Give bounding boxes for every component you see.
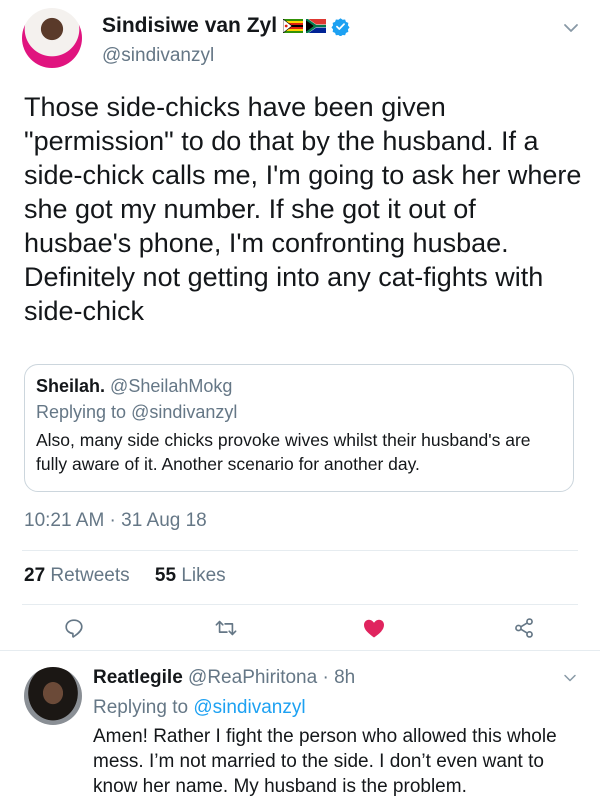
reply-author-name[interactable]: Reatlegile	[93, 667, 183, 688]
reply-author-handle[interactable]: @ReaPhiritona	[188, 667, 317, 688]
chevron-down-icon[interactable]	[563, 673, 577, 683]
heart-icon[interactable]	[362, 617, 386, 639]
thread-separator	[0, 650, 600, 651]
author-name[interactable]: Sindisiwe van Zyl	[102, 14, 277, 38]
reply-author-avatar[interactable]	[24, 667, 82, 725]
author-handle[interactable]: @sindivanzyl	[102, 44, 214, 68]
quoted-replying-label: Replying to	[36, 402, 132, 422]
reply-replying-to: Replying to @sindivanzyl	[93, 696, 306, 720]
tweet-stats: 27 Retweets 55 Likes	[24, 563, 226, 589]
reply-replying-handle[interactable]: @sindivanzyl	[193, 697, 305, 718]
retweets-stat[interactable]: 27 Retweets	[24, 565, 135, 586]
retweets-label: Retweets	[50, 565, 130, 586]
quoted-text: Also, many side chicks provoke wives whi…	[36, 430, 531, 474]
reply-icon[interactable]	[63, 617, 85, 639]
retweet-icon[interactable]	[214, 617, 238, 639]
quoted-replying-handle: @sindivanzyl	[131, 402, 238, 422]
quoted-author-handle: @SheilahMokg	[110, 376, 233, 396]
likes-label: Likes	[181, 565, 226, 586]
divider	[22, 604, 578, 605]
reply-time: · 8h	[322, 667, 356, 688]
reply-header: Reatlegile @ReaPhiritona · 8h	[93, 666, 355, 690]
share-icon[interactable]	[513, 617, 535, 639]
author-avatar[interactable]	[22, 8, 82, 68]
quoted-replying-to: Replying to @sindivanzyl	[36, 400, 562, 424]
likes-count: 55	[154, 565, 177, 586]
author-name-row[interactable]: Sindisiwe van Zyl	[102, 12, 350, 40]
chevron-down-icon[interactable]	[563, 22, 579, 34]
south-africa-flag-icon	[306, 19, 327, 33]
quoted-author-row: Sheilah. @SheilahMokg	[36, 374, 562, 398]
tweet-text: Those side-chicks have been given "permi…	[24, 92, 582, 326]
zimbabwe-flag-icon	[283, 19, 304, 33]
retweets-count: 27	[24, 565, 46, 586]
reply-text: Amen! Rather I fight the person who allo…	[93, 726, 557, 797]
quoted-tweet[interactable]: Sheilah. @SheilahMokg Replying to @sindi…	[24, 364, 574, 492]
divider	[22, 550, 578, 551]
quoted-author-name: Sheilah.	[36, 376, 106, 396]
verified-badge-icon	[331, 17, 350, 36]
likes-stat[interactable]: 55 Likes	[155, 565, 226, 586]
tweet-timestamp[interactable]: 10:21 AM · 31 Aug 18	[24, 508, 207, 534]
reply-replying-label: Replying to	[93, 697, 194, 718]
